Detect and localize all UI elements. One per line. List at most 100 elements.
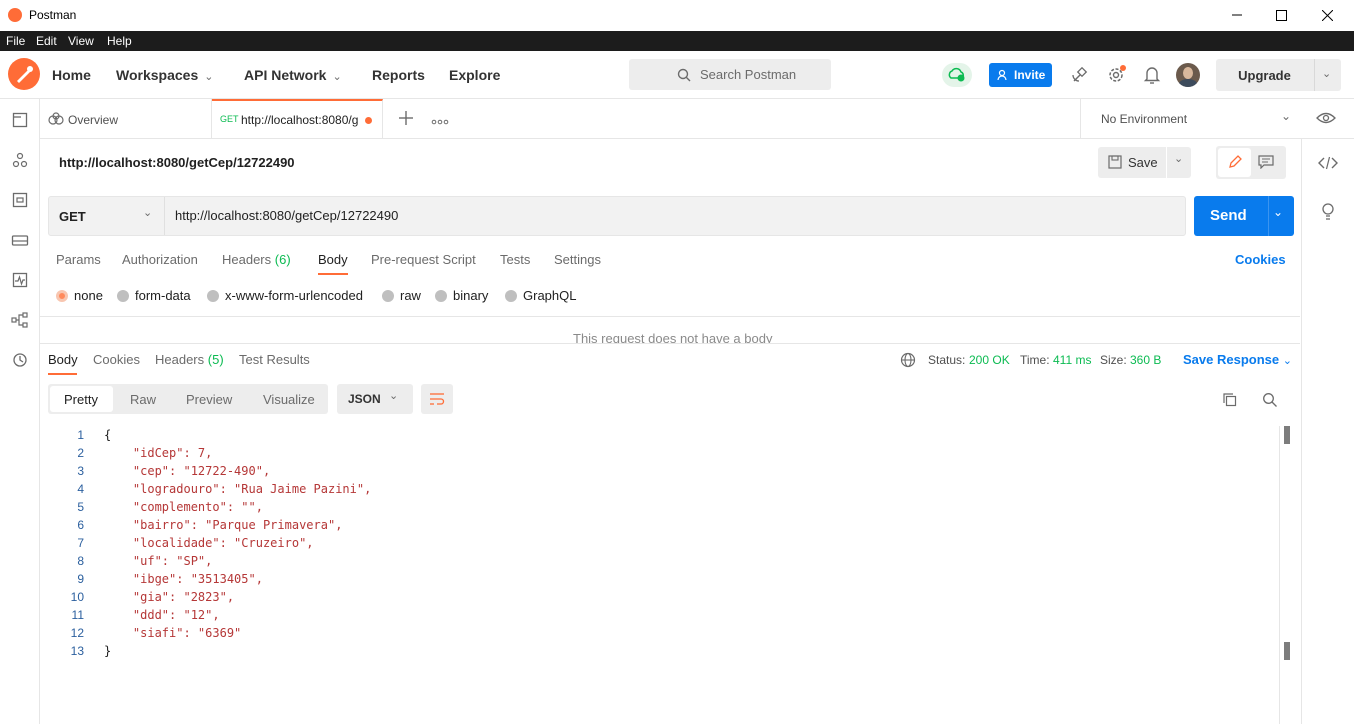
view-tab-raw[interactable]: Raw	[130, 392, 156, 407]
wrap-lines-button[interactable]	[421, 384, 453, 414]
response-tab-cookies[interactable]: Cookies	[93, 352, 140, 367]
history-icon[interactable]	[9, 349, 31, 371]
response-tab-test-results[interactable]: Test Results	[239, 352, 310, 367]
notifications-bell-icon[interactable]	[1143, 65, 1161, 85]
send-label: Send	[1210, 207, 1247, 224]
code-text: "ddd": "12",	[104, 608, 220, 622]
menu-help[interactable]: Help	[107, 34, 132, 48]
code-text: "ibge": "3513405",	[104, 572, 263, 586]
response-body-editor[interactable]: 1{2 "idCep": 7, 3 "cep": "12722-490", 4 "l…	[48, 426, 1280, 724]
tab-active-request[interactable]: GET http://localhost:8080/g	[212, 99, 383, 138]
tab-settings[interactable]: Settings	[554, 252, 601, 267]
code-line: 10 "gia": "2823",	[48, 588, 1280, 606]
maximize-icon[interactable]	[1258, 0, 1304, 30]
nav-api-network[interactable]: API Network ⌄	[244, 67, 342, 83]
editor-scrollbar-thumb-top[interactable]	[1284, 426, 1290, 444]
search-input[interactable]: Search Postman	[629, 59, 831, 90]
response-tab-body[interactable]: Body	[48, 352, 78, 367]
line-number: 3	[77, 464, 84, 478]
environment-quick-look-eye-icon[interactable]	[1316, 111, 1336, 125]
nav-reports[interactable]: Reports	[372, 67, 425, 83]
code-text: "siafi": "6369"	[104, 626, 242, 640]
save-button[interactable]: Save	[1098, 147, 1166, 178]
invite-label: Invite	[1014, 68, 1046, 82]
invite-button[interactable]: Invite	[989, 63, 1052, 87]
save-response-button[interactable]: Save Response ⌄	[1183, 352, 1292, 367]
chevron-down-icon[interactable]: ⌄	[1273, 205, 1283, 219]
tab-pre-request-script[interactable]: Pre-request Script	[371, 252, 476, 267]
body-type-urlencoded[interactable]: x-www-form-urlencoded	[207, 288, 363, 303]
postman-logo-icon[interactable]	[8, 58, 40, 90]
minimize-icon[interactable]	[1214, 0, 1260, 30]
apis-icon[interactable]	[9, 149, 31, 171]
tab-params[interactable]: Params	[56, 252, 101, 267]
environments-icon[interactable]	[9, 189, 31, 211]
tab-body[interactable]: Body	[318, 252, 348, 267]
sync-status-icon[interactable]	[942, 63, 972, 87]
view-tab-pretty[interactable]: Pretty	[50, 386, 113, 412]
method-select[interactable]: GET ⌄	[49, 197, 165, 235]
menu-bar: File Edit View Help	[0, 31, 1354, 51]
request-name[interactable]: http://localhost:8080/getCep/12722490	[59, 155, 295, 170]
tab-tests[interactable]: Tests	[500, 252, 530, 267]
collections-icon[interactable]	[9, 109, 31, 131]
copy-icon[interactable]	[1222, 392, 1238, 408]
body-type-binary[interactable]: binary	[435, 288, 488, 303]
menu-file[interactable]: File	[6, 34, 25, 48]
status-label: Status:	[928, 353, 966, 367]
menu-edit[interactable]: Edit	[36, 34, 57, 48]
body-type-form-data[interactable]: form-data	[117, 288, 191, 303]
search-icon[interactable]	[1262, 392, 1278, 408]
documentation-lightbulb-icon[interactable]	[1320, 201, 1336, 221]
nav-workspaces-label: Workspaces	[116, 67, 199, 83]
upgrade-label: Upgrade	[1238, 68, 1291, 83]
more-tabs-icon[interactable]	[431, 114, 449, 125]
size-value[interactable]: 360 B	[1130, 353, 1161, 367]
menu-view[interactable]: View	[68, 34, 94, 48]
comments-icon[interactable]	[1258, 155, 1274, 170]
user-avatar[interactable]	[1176, 63, 1200, 87]
tab-overview[interactable]: Overview	[40, 99, 212, 138]
flows-icon[interactable]	[9, 309, 31, 331]
response-tab-headers[interactable]: Headers (5)	[155, 352, 224, 367]
monitors-icon[interactable]	[9, 269, 31, 291]
save-options-dropdown[interactable]: ⌄	[1167, 147, 1191, 178]
radio-icon	[435, 289, 447, 302]
window-titlebar: Postman	[0, 0, 1354, 30]
settings-gear-icon[interactable]	[1106, 65, 1126, 85]
format-select[interactable]: JSON ⌄	[337, 384, 413, 414]
close-icon[interactable]	[1304, 0, 1350, 30]
nav-explore[interactable]: Explore	[449, 67, 500, 83]
view-tab-preview[interactable]: Preview	[186, 392, 232, 407]
code-snippet-icon[interactable]	[1318, 155, 1338, 171]
tab-authorization[interactable]: Authorization	[122, 252, 198, 267]
chevron-down-icon: ⌄	[143, 207, 153, 219]
body-type-none[interactable]: none	[56, 288, 103, 303]
edit-pencil-icon[interactable]	[1218, 148, 1251, 177]
status-value[interactable]: 200 OK	[969, 353, 1010, 367]
tab-headers[interactable]: Headers (6)	[222, 252, 291, 267]
cookies-link[interactable]: Cookies	[1235, 252, 1286, 267]
environment-selector[interactable]: No Environment ⌄	[1080, 99, 1301, 138]
satellite-icon[interactable]	[1070, 65, 1090, 85]
tab-headers-count: (6)	[274, 252, 291, 267]
globe-icon[interactable]	[900, 352, 916, 368]
time-value[interactable]: 411 ms	[1053, 353, 1091, 367]
nav-home[interactable]: Home	[52, 67, 91, 83]
code-text: "uf": "SP",	[104, 554, 213, 568]
body-type-graphql[interactable]: GraphQL	[505, 288, 576, 303]
radio-selected-icon	[56, 289, 68, 302]
url-bar: GET ⌄ http://localhost:8080/getCep/12722…	[48, 196, 1186, 236]
mock-servers-icon[interactable]	[9, 229, 31, 251]
nav-workspaces[interactable]: Workspaces ⌄	[116, 67, 213, 83]
upgrade-button[interactable]: Upgrade ⌄	[1216, 59, 1341, 91]
chevron-down-icon[interactable]: ⌄	[1322, 67, 1331, 80]
url-input[interactable]: http://localhost:8080/getCep/12722490	[175, 208, 398, 223]
new-tab-plus-icon[interactable]	[397, 109, 415, 127]
body-type-raw[interactable]: raw	[382, 288, 421, 303]
editor-scrollbar-thumb-bottom[interactable]	[1284, 642, 1290, 660]
send-button[interactable]: Send ⌄	[1194, 196, 1294, 236]
view-tab-visualize[interactable]: Visualize	[263, 392, 315, 407]
body-type-binary-label: binary	[453, 288, 489, 303]
line-number: 8	[77, 554, 84, 568]
